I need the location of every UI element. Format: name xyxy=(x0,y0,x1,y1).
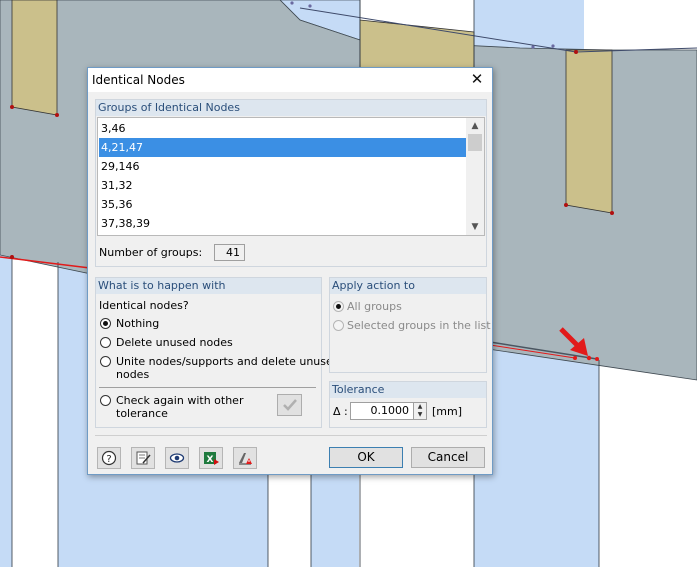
scroll-down-icon[interactable]: ▼ xyxy=(466,220,484,234)
groups-count-label: Number of groups: xyxy=(99,246,203,259)
option-delete-label: Delete unused nodes xyxy=(116,336,233,349)
footer-divider xyxy=(95,435,487,436)
selected-groups-label: Selected groups in the list xyxy=(347,319,491,332)
spin-down-icon[interactable]: ▼ xyxy=(414,411,426,419)
excel-export-button[interactable]: X xyxy=(199,447,223,469)
radio-delete-unused[interactable] xyxy=(100,337,111,348)
wall-panel xyxy=(474,0,584,50)
option-unite-label: Unite nodes/supports and delete unused xyxy=(116,355,340,368)
list-item[interactable]: 31,32 xyxy=(99,176,466,195)
action-section-header: What is to happen with xyxy=(96,278,321,294)
groups-section-header: Groups of Identical Nodes xyxy=(96,100,486,116)
excel-export-icon: X xyxy=(204,452,219,465)
check-again-label-line2: tolerance xyxy=(116,407,168,420)
apply-section-header: Apply action to xyxy=(330,278,486,294)
radio-nothing[interactable] xyxy=(100,318,111,329)
radio-all-groups[interactable] xyxy=(333,301,344,312)
column-section xyxy=(565,49,613,214)
ok-button[interactable]: OK xyxy=(329,447,403,468)
list-item[interactable]: 37,38,39 xyxy=(99,214,466,233)
svg-text:X: X xyxy=(207,455,214,465)
tolerance-unit: [mm] xyxy=(432,405,463,418)
tolerance-input[interactable]: 0.1000 xyxy=(350,402,414,420)
help-icon: ? xyxy=(101,450,117,466)
view-eye-icon xyxy=(169,453,185,463)
clear-selection-button[interactable] xyxy=(233,447,257,469)
radio-selected-groups[interactable] xyxy=(333,320,344,331)
help-button[interactable]: ? xyxy=(97,447,121,469)
check-again-button[interactable] xyxy=(277,394,302,416)
list-item-selected[interactable]: 4,21,47 xyxy=(99,138,466,157)
groups-count-field: 41 xyxy=(214,244,245,261)
clear-selection-icon xyxy=(239,453,252,465)
tolerance-section-header: Tolerance xyxy=(330,382,486,398)
list-scrollbar[interactable]: ▲ ▼ xyxy=(466,118,484,235)
wall-panel xyxy=(0,255,12,567)
checkmark-icon xyxy=(283,399,297,411)
list-item[interactable]: 29,146 xyxy=(99,157,466,176)
identical-nodes-dialog: Identical Nodes ✕ Groups of Identical No… xyxy=(87,67,493,475)
scroll-thumb[interactable] xyxy=(468,134,482,151)
identical-nodes-question: Identical nodes? xyxy=(99,299,189,312)
radio-unite-nodes[interactable] xyxy=(100,356,111,367)
list-item[interactable]: 3,46 xyxy=(99,119,466,138)
option-unite-label-cont: nodes xyxy=(116,368,150,381)
column-section xyxy=(11,0,58,116)
svg-text:?: ? xyxy=(106,454,111,465)
title-bar: Identical Nodes ✕ xyxy=(88,68,492,92)
divider xyxy=(99,387,316,388)
edit-notes-icon xyxy=(136,451,151,465)
cancel-button[interactable]: Cancel xyxy=(411,447,485,468)
check-again-label-line1: Check again with other xyxy=(116,394,244,407)
edit-notes-button[interactable] xyxy=(131,447,155,469)
option-nothing-label: Nothing xyxy=(116,317,160,330)
groups-list[interactable]: 3,46 4,21,47 29,146 31,32 35,36 37,38,39… xyxy=(97,117,485,236)
close-icon[interactable]: ✕ xyxy=(468,70,486,88)
view-button[interactable] xyxy=(165,447,189,469)
all-groups-label: All groups xyxy=(347,300,402,313)
scroll-up-icon[interactable]: ▲ xyxy=(466,119,484,133)
list-item[interactable]: 35,36 xyxy=(99,195,466,214)
spin-up-icon[interactable]: ▲ xyxy=(414,403,426,411)
dialog-title: Identical Nodes xyxy=(92,73,185,87)
tolerance-spinner[interactable]: ▲ ▼ xyxy=(413,402,427,420)
radio-check-again[interactable] xyxy=(100,395,111,406)
tolerance-symbol: Δ : xyxy=(333,405,348,418)
